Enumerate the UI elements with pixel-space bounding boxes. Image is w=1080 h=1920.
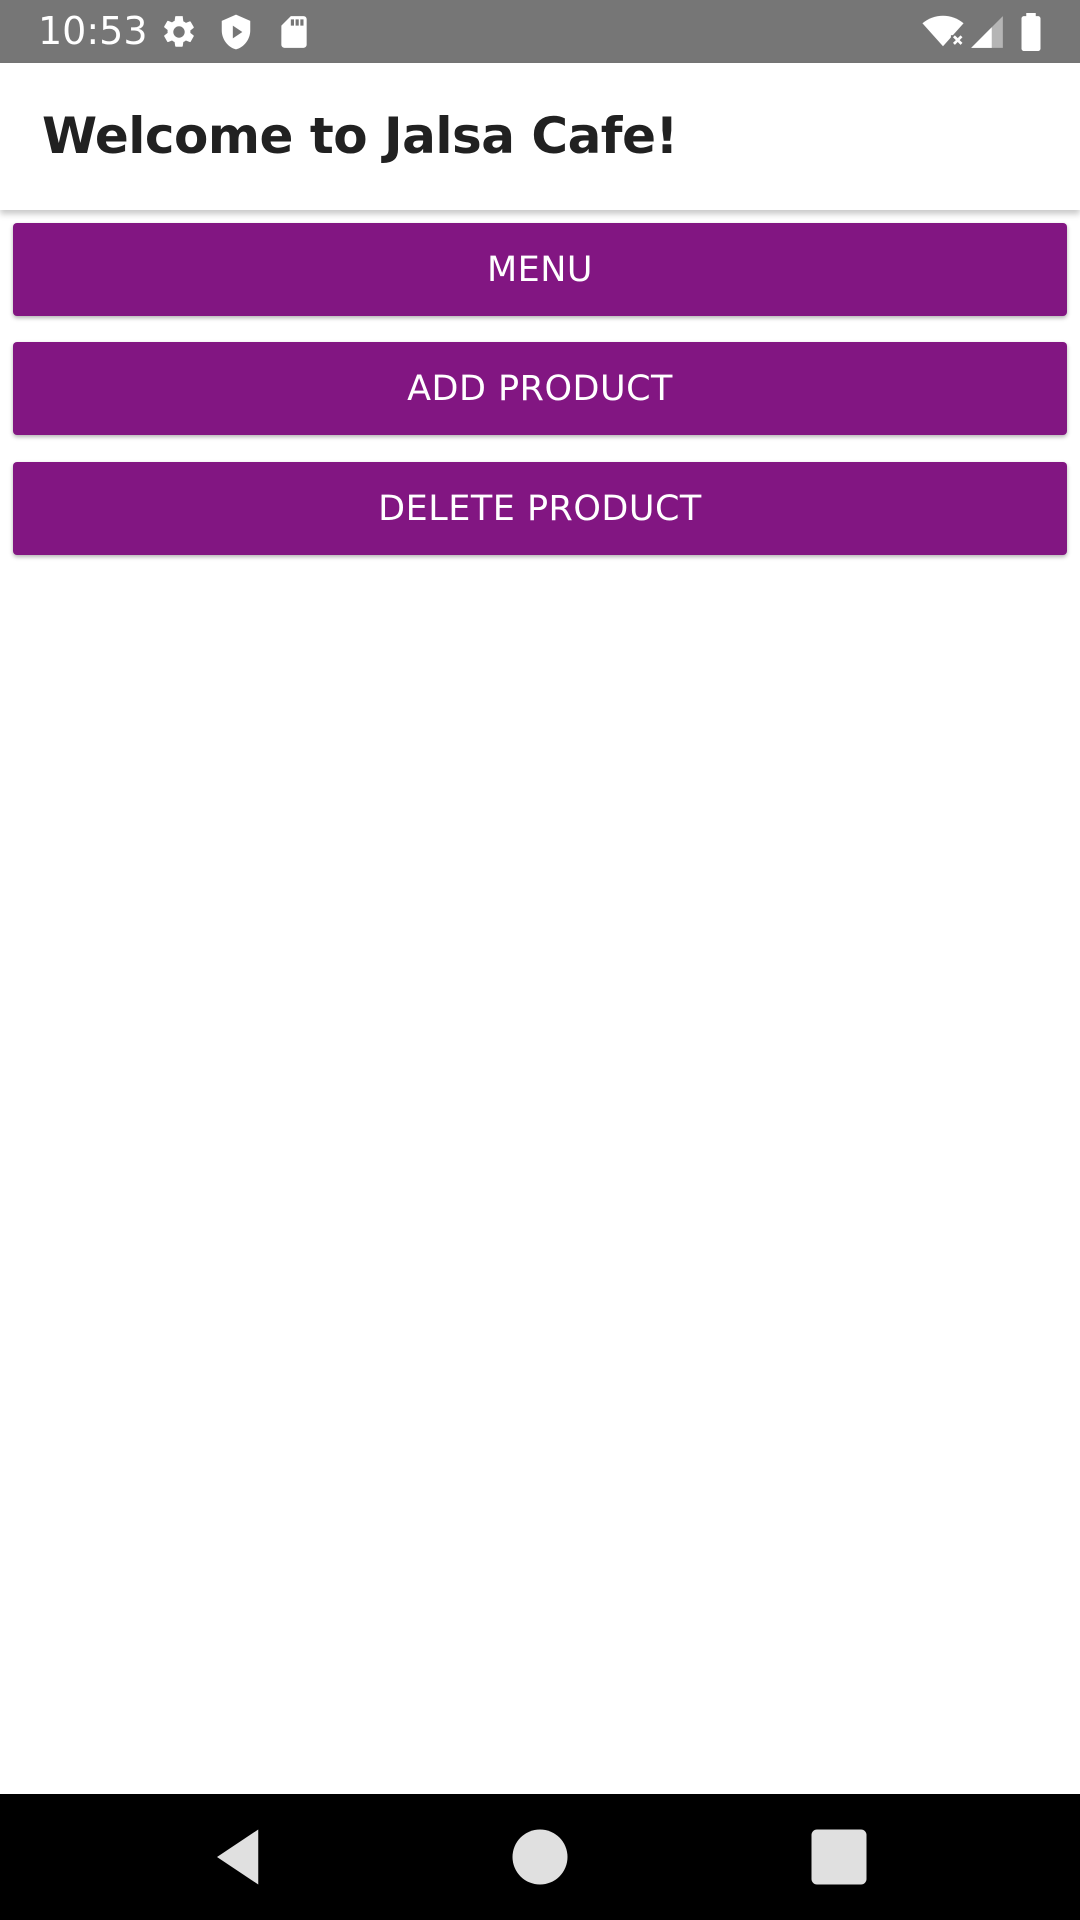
sd-card-icon <box>275 13 313 51</box>
home-icon[interactable] <box>507 1824 573 1890</box>
shield-icon <box>217 13 255 51</box>
add-product-button-label: ADD PRODUCT <box>407 368 673 409</box>
wifi-icon <box>920 13 966 51</box>
gear-icon <box>160 13 198 51</box>
delete-product-button[interactable]: DELETE PRODUCT <box>13 462 1067 555</box>
add-product-button[interactable]: ADD PRODUCT <box>13 342 1067 435</box>
page-title: Welcome to Jalsa Cafe! <box>42 107 678 165</box>
status-time: 10:53 <box>38 9 148 53</box>
recents-icon[interactable] <box>806 1824 872 1890</box>
menu-button[interactable]: MENU <box>13 223 1067 316</box>
navigation-bar <box>0 1794 1080 1920</box>
status-bar: 10:53 <box>0 0 1080 63</box>
menu-button-label: MENU <box>486 249 594 290</box>
app-bar: Welcome to Jalsa Cafe! <box>0 63 1080 210</box>
battery-icon <box>1013 13 1049 51</box>
delete-product-button-label: DELETE PRODUCT <box>378 488 702 529</box>
signal-icon <box>968 13 1006 51</box>
back-icon[interactable] <box>206 1824 272 1890</box>
